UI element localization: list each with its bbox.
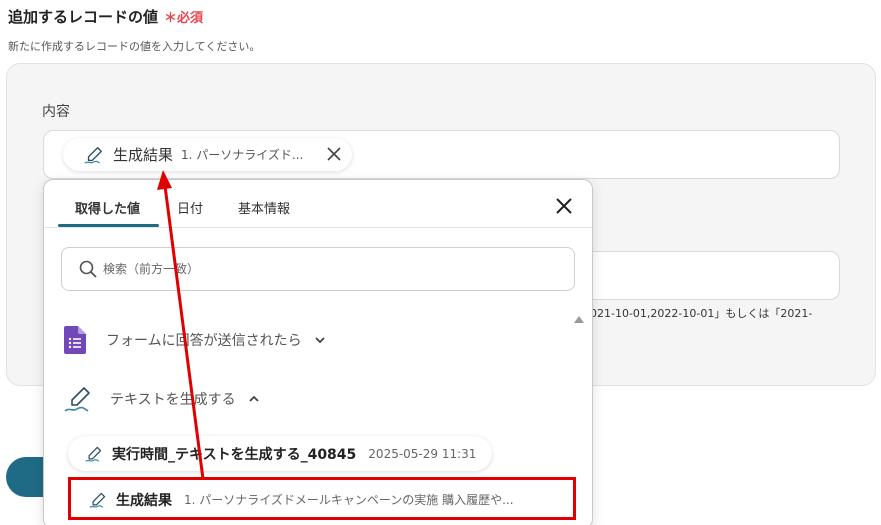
chip-label: 生成結果: [113, 146, 174, 164]
tab-bar: 取得した値 日付 基本情報: [44, 180, 592, 228]
item-value: 2025-05-29 11:31: [368, 446, 477, 461]
tab-basic-info[interactable]: 基本情報: [238, 198, 290, 217]
search-icon: [79, 260, 97, 278]
date-input[interactable]: [560, 251, 840, 300]
group-label: フォームに回答が送信されたら: [106, 333, 302, 349]
group-form-submitted[interactable]: フォームに回答が送信されたら: [64, 322, 326, 358]
value-picker-dropdown: 取得した値 日付 基本情報 フォームに回答が送信されたら: [43, 179, 593, 525]
ai-pen-icon: [84, 146, 102, 164]
group-label: テキストを生成する: [110, 392, 236, 408]
value-item-execution-time[interactable]: 実行時間_テキストを生成する_40845 2025-05-29 11:31: [68, 436, 493, 471]
date-hint: 021-10-01,2022-10-01」もしくは「2021-: [590, 307, 813, 320]
scroll-up-arrow[interactable]: [574, 316, 584, 323]
tab-acquired-values[interactable]: 取得した値: [75, 198, 140, 217]
search-input[interactable]: [103, 262, 503, 276]
search-box[interactable]: [61, 247, 575, 291]
close-icon[interactable]: [554, 196, 574, 216]
ai-text-pen-icon: [64, 387, 90, 412]
tab-date[interactable]: 日付: [177, 198, 203, 217]
ai-pen-icon: [85, 446, 102, 462]
section-description: 新たに作成するレコードの値を入力してください。: [8, 40, 261, 53]
chevron-down-icon: [314, 337, 325, 344]
group-generate-text[interactable]: テキストを生成する: [64, 381, 260, 417]
annotation-highlight-box: [68, 477, 576, 520]
section-title-text: 追加するレコードの値: [8, 8, 159, 26]
google-forms-icon: [64, 326, 86, 354]
active-tab-indicator: [58, 224, 159, 227]
selected-value-chip[interactable]: 生成結果 1. パーソナライズド...: [63, 138, 352, 171]
field-label: 内容: [42, 104, 70, 120]
chevron-up-icon: [248, 395, 259, 402]
close-icon[interactable]: [326, 146, 342, 162]
chip-value: 1. パーソナライズド...: [181, 148, 304, 162]
section-title: 追加するレコードの値 ＊必須: [8, 6, 203, 27]
item-label: 実行時間_テキストを生成する_40845: [112, 446, 357, 463]
required-badge: ＊必須: [164, 11, 204, 26]
